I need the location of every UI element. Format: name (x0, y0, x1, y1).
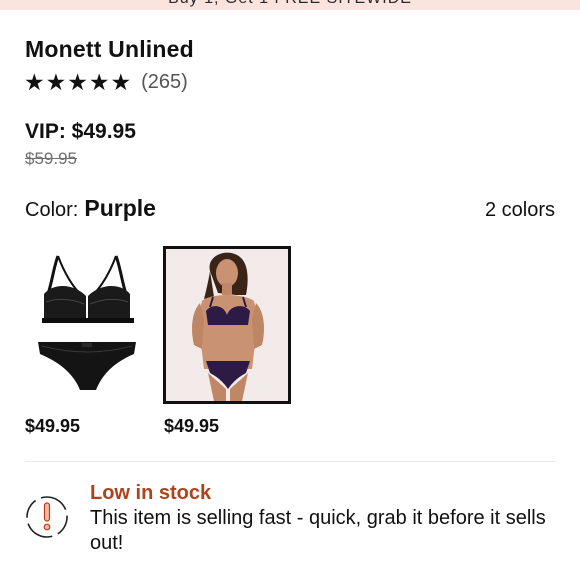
color-count: 2 colors (484, 199, 555, 221)
review-count[interactable]: (265) (141, 71, 188, 94)
vip-price: VIP: $49.95 (25, 120, 136, 143)
star-icon: ★ (110, 69, 132, 95)
purple-swatch[interactable] (163, 246, 291, 404)
purple-lingerie-model-image (166, 249, 288, 401)
alert-icon (23, 493, 71, 541)
original-price: $59.95 (25, 149, 77, 168)
color-row: Color: Purple 2 colors (25, 195, 555, 222)
star-icon: ★ (24, 69, 45, 95)
black-lingerie-image (38, 255, 136, 390)
selected-color: Purple (84, 195, 156, 221)
divider (25, 461, 556, 462)
star-rating: ★ ★ ★ ★ ★ (24, 70, 131, 94)
black-swatch[interactable] (24, 246, 152, 404)
stock-heading: Low in stock (90, 482, 212, 504)
black-swatch-price: $49.95 (25, 416, 81, 436)
star-icon: ★ (67, 69, 88, 95)
star-icon: ★ (88, 69, 110, 95)
purple-swatch-price: $49.95 (164, 416, 220, 436)
product-title: Monett Unlined (25, 36, 194, 62)
color-label: Color: (25, 199, 79, 221)
stock-message: This item is selling fast - quick, grab … (90, 507, 546, 554)
promo-banner[interactable]: Buy 1, Get 1 FREE SITEWIDE (0, 0, 580, 10)
star-icon: ★ (45, 69, 67, 95)
promo-text: Buy 1, Get 1 FREE SITEWIDE (0, 0, 580, 8)
rating-row[interactable]: ★ ★ ★ ★ ★ (265) (24, 70, 188, 94)
